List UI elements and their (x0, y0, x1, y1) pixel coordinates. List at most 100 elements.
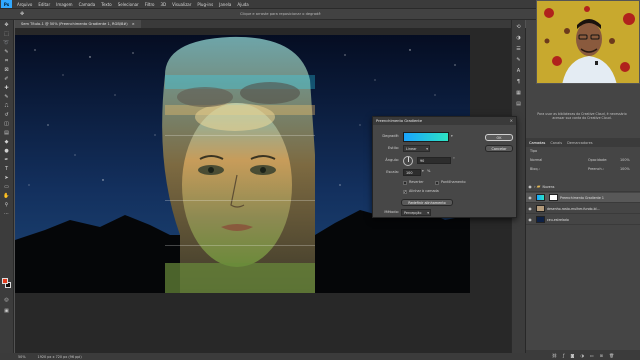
libraries-panel-icon[interactable]: ▤ (515, 101, 523, 108)
screen-mode-icon[interactable]: ▣ (2, 308, 11, 315)
document-tab-title: Sem Título-1 @ 50% (Preenchimento Gradie… (21, 22, 128, 26)
zoom-level[interactable]: 50% (18, 355, 26, 359)
dither-checkbox[interactable] (435, 181, 439, 185)
angle-value: 90 (420, 159, 425, 163)
chevron-right-icon[interactable]: › (534, 184, 536, 189)
tab-layers[interactable]: Camadas (529, 141, 545, 145)
crop-tool-icon[interactable]: ⌗ (2, 58, 11, 65)
angle-field[interactable]: 90 (417, 157, 451, 164)
folder-icon: ▰ (536, 183, 541, 190)
history-panel-icon[interactable]: ⟲ (515, 24, 523, 31)
mask-icon[interactable]: ◙ (570, 353, 574, 358)
reset-alignment-button[interactable]: Redefinir alinhamento (401, 199, 453, 206)
foreground-color-swatch[interactable] (2, 278, 8, 284)
visibility-eye-icon[interactable]: ◉ (526, 195, 534, 200)
move-tool-icon[interactable]: ✥ (2, 22, 11, 29)
tab-channels[interactable]: Canais (550, 141, 562, 145)
zoom-tool-icon[interactable]: ⚲ (2, 202, 11, 209)
options-hint: Clique e arraste para reposicionar o deg… (240, 12, 321, 16)
layer-filter-kind[interactable]: Tipo (530, 149, 537, 153)
dodge-tool-icon[interactable]: ● (2, 148, 11, 155)
pen-tool-icon[interactable]: ✒ (2, 157, 11, 164)
menu-arquivo[interactable]: Arquivo (14, 2, 35, 7)
scale-dropdown-icon[interactable]: ▾ (422, 169, 424, 173)
fill-value[interactable]: 100% (620, 167, 630, 171)
close-icon[interactable]: × (510, 117, 513, 125)
gradient-preview[interactable] (403, 132, 449, 142)
layer-row[interactable]: ◉ ceu-estrelado (526, 215, 640, 225)
gradient-tool-icon[interactable]: ▤ (2, 130, 11, 137)
shape-tool-icon[interactable]: ▭ (2, 184, 11, 191)
frame-tool-icon[interactable]: ⊠ (2, 67, 11, 74)
link-icon[interactable]: ⛓ (552, 353, 557, 358)
blend-mode-select[interactable]: Normal (530, 158, 542, 162)
menu-texto[interactable]: Texto (98, 2, 115, 7)
style-select[interactable]: Linear ▾ (403, 145, 430, 152)
align-layer-checkbox[interactable] (403, 189, 407, 194)
blur-tool-icon[interactable]: ◆ (2, 139, 11, 146)
method-value: Percepção (404, 211, 422, 215)
method-select[interactable]: Percepção ▾ (401, 209, 431, 216)
reverse-checkbox[interactable] (403, 181, 407, 185)
document-tab[interactable]: Sem Título-1 @ 50% (Preenchimento Gradie… (15, 20, 141, 28)
paragraph-panel-icon[interactable]: ¶ (515, 79, 523, 86)
menu-selecionar[interactable]: Selecionar (115, 2, 142, 7)
path-select-icon[interactable]: ➤ (2, 175, 11, 182)
creative-cloud-message: Para usar as bibliotecas da Creative Clo… (537, 112, 627, 121)
document-info: 1920 px x 720 px (96 ppi) (37, 354, 82, 359)
layer-row[interactable]: ◉ › ▰ Nuvens (526, 182, 640, 192)
scale-field[interactable]: 100 (403, 169, 421, 176)
menu-camada[interactable]: Camada (76, 2, 99, 7)
cancel-button[interactable]: Cancelar (485, 145, 513, 152)
menu-imagem[interactable]: Imagem (53, 2, 75, 7)
adjustments-panel-icon[interactable]: ◑ (515, 35, 523, 42)
menu-editar[interactable]: Editar (35, 2, 53, 7)
menu-visualizar[interactable]: Visualizar (169, 2, 194, 7)
menu-ajuda[interactable]: Ajuda (234, 2, 251, 7)
visibility-eye-icon[interactable]: ◉ (526, 184, 534, 189)
history-brush-icon[interactable]: ↺ (2, 112, 11, 119)
hand-tool-icon[interactable]: ✋ (2, 193, 11, 200)
gradient-dropdown-icon[interactable]: ▾ (451, 134, 453, 138)
dither-label: Pontilhamento (441, 180, 466, 184)
new-layer-icon[interactable]: ⊞ (600, 353, 603, 358)
visibility-eye-icon[interactable]: ◉ (526, 206, 534, 211)
webcam-overlay (536, 0, 640, 84)
tab-paths[interactable]: Demarcadores (567, 141, 593, 145)
stamp-tool-icon[interactable]: ⎍ (2, 103, 11, 110)
marquee-tool-icon[interactable]: ⬚ (2, 31, 11, 38)
dialog-title-bar[interactable]: Preenchimento Gradiente × (373, 117, 516, 125)
quick-mask-icon[interactable]: ◎ (2, 297, 11, 304)
gradient-label: Degradê: (382, 134, 399, 138)
brush-panel-icon[interactable]: ✎ (515, 57, 523, 64)
method-label: Método: (384, 210, 399, 214)
opacity-value[interactable]: 100% (620, 158, 630, 162)
ok-button[interactable]: OK (485, 134, 513, 141)
healing-tool-icon[interactable]: ✚ (2, 85, 11, 92)
layer-row[interactable]: ◉ desenho-rosto-mulher-fundo-bl... (526, 204, 640, 214)
angle-dial[interactable] (403, 156, 413, 166)
close-tab-icon[interactable]: × (132, 20, 135, 28)
lasso-tool-icon[interactable]: ➰ (2, 40, 11, 47)
hand-tool-icon[interactable]: ✥ (20, 11, 24, 17)
menu-janela[interactable]: Janela (216, 2, 234, 7)
properties-panel-icon[interactable]: ☰ (515, 46, 523, 53)
brush-tool-icon[interactable]: ✎ (2, 94, 11, 101)
character-panel-icon[interactable]: A (515, 68, 523, 75)
eyedropper-tool-icon[interactable]: ✐ (2, 76, 11, 83)
more-tools-icon[interactable]: ⋯ (2, 211, 11, 218)
type-tool-icon[interactable]: T (2, 166, 11, 173)
layer-row[interactable]: ◉ Preenchimento Gradiente 1 (526, 193, 640, 203)
swatches-panel-icon[interactable]: ▦ (515, 90, 523, 97)
trash-icon[interactable]: 🗑 (609, 353, 614, 358)
degree-symbol: ° (453, 157, 455, 161)
fx-icon[interactable]: ƒ (563, 353, 564, 358)
folder-icon[interactable]: ▭ (590, 353, 594, 358)
quick-select-tool-icon[interactable]: ✎ (2, 49, 11, 56)
adjustment-icon[interactable]: ◑ (580, 353, 584, 358)
menu-filtro[interactable]: Filtro (142, 2, 158, 7)
menu-3d[interactable]: 3D (158, 2, 170, 7)
visibility-eye-icon[interactable]: ◉ (526, 217, 534, 222)
eraser-tool-icon[interactable]: ◫ (2, 121, 11, 128)
menu-plugins[interactable]: Plug-ins (194, 2, 216, 7)
